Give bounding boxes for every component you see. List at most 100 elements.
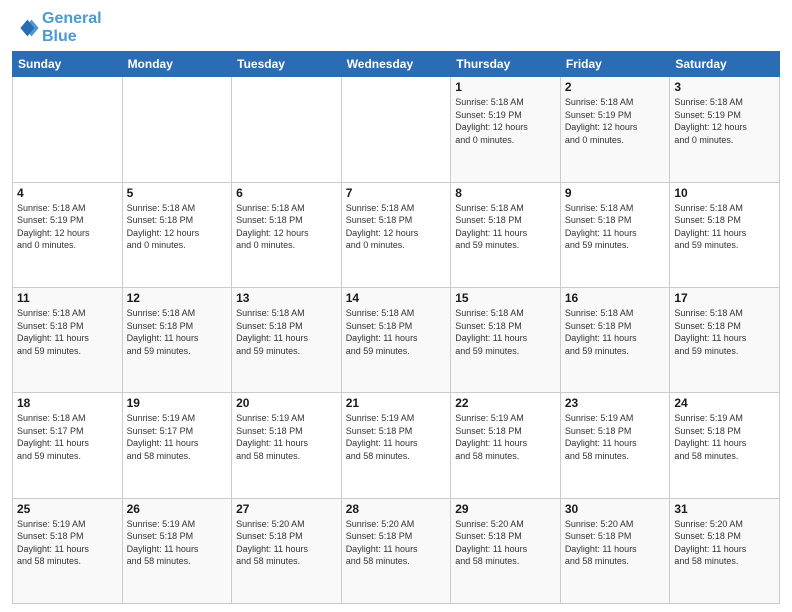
cell-info: Sunrise: 5:18 AM Sunset: 5:18 PM Dayligh… xyxy=(17,307,118,357)
calendar-cell xyxy=(341,77,451,182)
calendar-cell: 21 Sunrise: 5:19 AM Sunset: 5:18 PM Dayli… xyxy=(341,393,451,498)
cell-info: Sunrise: 5:19 AM Sunset: 5:18 PM Dayligh… xyxy=(236,412,337,462)
calendar-cell: 3Sunrise: 5:18 AM Sunset: 5:19 PM Daylig… xyxy=(670,77,780,182)
calendar-cell: 6 Sunrise: 5:18 AM Sunset: 5:18 PM Daylig… xyxy=(232,182,342,287)
day-number: 13 xyxy=(236,291,337,305)
logo-general: General xyxy=(42,10,102,27)
day-number: 4 xyxy=(17,186,118,200)
day-number: 19 xyxy=(127,396,228,410)
day-number: 16 xyxy=(565,291,666,305)
calendar-cell: 2 Sunrise: 5:18 AM Sunset: 5:19 PM Daylig… xyxy=(560,77,670,182)
calendar-cell: 28Sunrise: 5:20 AM Sunset: 5:18 PM Dayli… xyxy=(341,498,451,603)
calendar-week-3: 11 Sunrise: 5:18 AM Sunset: 5:18 PM Dayli… xyxy=(13,287,780,392)
day-number: 15 xyxy=(455,291,556,305)
day-number: 29 xyxy=(455,502,556,516)
day-number: 5 xyxy=(127,186,228,200)
calendar-cell: 22Sunrise: 5:19 AM Sunset: 5:18 PM Dayli… xyxy=(451,393,561,498)
calendar-cell: 16 Sunrise: 5:18 AM Sunset: 5:18 PM Dayli… xyxy=(560,287,670,392)
logo-icon xyxy=(12,14,40,42)
calendar-cell: 23 Sunrise: 5:19 AM Sunset: 5:18 PM Dayli… xyxy=(560,393,670,498)
cell-info: Sunrise: 5:18 AM Sunset: 5:19 PM Dayligh… xyxy=(565,96,666,146)
calendar-cell: 20 Sunrise: 5:19 AM Sunset: 5:18 PM Dayli… xyxy=(232,393,342,498)
day-number: 26 xyxy=(127,502,228,516)
calendar-cell xyxy=(122,77,232,182)
cell-info: Sunrise: 5:20 AM Sunset: 5:18 PM Dayligh… xyxy=(346,518,447,568)
cell-info: Sunrise: 5:20 AM Sunset: 5:18 PM Dayligh… xyxy=(455,518,556,568)
calendar-cell: 19Sunrise: 5:19 AM Sunset: 5:17 PM Dayli… xyxy=(122,393,232,498)
day-number: 23 xyxy=(565,396,666,410)
weekday-header-wednesday: Wednesday xyxy=(341,52,451,77)
logo: General Blue xyxy=(12,10,102,45)
cell-info: Sunrise: 5:18 AM Sunset: 5:18 PM Dayligh… xyxy=(674,202,775,252)
day-number: 21 xyxy=(346,396,447,410)
logo-blue: Blue xyxy=(42,28,77,45)
calendar-cell: 8 Sunrise: 5:18 AM Sunset: 5:18 PM Daylig… xyxy=(451,182,561,287)
day-number: 27 xyxy=(236,502,337,516)
cell-info: Sunrise: 5:18 AM Sunset: 5:18 PM Dayligh… xyxy=(565,307,666,357)
calendar-cell: 1 Sunrise: 5:18 AM Sunset: 5:19 PM Daylig… xyxy=(451,77,561,182)
day-number: 11 xyxy=(17,291,118,305)
cell-info: Sunrise: 5:18 AM Sunset: 5:17 PM Dayligh… xyxy=(17,412,118,462)
calendar-cell: 18 Sunrise: 5:18 AM Sunset: 5:17 PM Dayli… xyxy=(13,393,123,498)
calendar-cell: 24Sunrise: 5:19 AM Sunset: 5:18 PM Dayli… xyxy=(670,393,780,498)
calendar-cell: 4Sunrise: 5:18 AM Sunset: 5:19 PM Daylig… xyxy=(13,182,123,287)
cell-info: Sunrise: 5:18 AM Sunset: 5:18 PM Dayligh… xyxy=(346,202,447,252)
weekday-header-monday: Monday xyxy=(122,52,232,77)
day-number: 12 xyxy=(127,291,228,305)
day-number: 14 xyxy=(346,291,447,305)
cell-info: Sunrise: 5:18 AM Sunset: 5:18 PM Dayligh… xyxy=(236,307,337,357)
calendar-week-2: 4Sunrise: 5:18 AM Sunset: 5:19 PM Daylig… xyxy=(13,182,780,287)
calendar-cell: 9 Sunrise: 5:18 AM Sunset: 5:18 PM Daylig… xyxy=(560,182,670,287)
cell-info: Sunrise: 5:18 AM Sunset: 5:18 PM Dayligh… xyxy=(565,202,666,252)
cell-info: Sunrise: 5:19 AM Sunset: 5:18 PM Dayligh… xyxy=(565,412,666,462)
day-number: 25 xyxy=(17,502,118,516)
day-number: 18 xyxy=(17,396,118,410)
calendar-cell xyxy=(13,77,123,182)
day-number: 10 xyxy=(674,186,775,200)
day-number: 8 xyxy=(455,186,556,200)
cell-info: Sunrise: 5:18 AM Sunset: 5:18 PM Dayligh… xyxy=(674,307,775,357)
calendar-cell: 31 Sunrise: 5:20 AM Sunset: 5:18 PM Dayli… xyxy=(670,498,780,603)
cell-info: Sunrise: 5:18 AM Sunset: 5:19 PM Dayligh… xyxy=(674,96,775,146)
day-number: 7 xyxy=(346,186,447,200)
calendar-cell: 25 Sunrise: 5:19 AM Sunset: 5:18 PM Dayli… xyxy=(13,498,123,603)
calendar-week-4: 18 Sunrise: 5:18 AM Sunset: 5:17 PM Dayli… xyxy=(13,393,780,498)
calendar-cell: 10 Sunrise: 5:18 AM Sunset: 5:18 PM Dayli… xyxy=(670,182,780,287)
calendar-cell: 15Sunrise: 5:18 AM Sunset: 5:18 PM Dayli… xyxy=(451,287,561,392)
header: General Blue xyxy=(12,10,780,45)
day-number: 31 xyxy=(674,502,775,516)
calendar-week-5: 25 Sunrise: 5:19 AM Sunset: 5:18 PM Dayli… xyxy=(13,498,780,603)
cell-info: Sunrise: 5:18 AM Sunset: 5:18 PM Dayligh… xyxy=(127,202,228,252)
weekday-header-tuesday: Tuesday xyxy=(232,52,342,77)
cell-info: Sunrise: 5:19 AM Sunset: 5:18 PM Dayligh… xyxy=(17,518,118,568)
cell-info: Sunrise: 5:19 AM Sunset: 5:18 PM Dayligh… xyxy=(346,412,447,462)
day-number: 6 xyxy=(236,186,337,200)
calendar-cell: 30 Sunrise: 5:20 AM Sunset: 5:18 PM Dayli… xyxy=(560,498,670,603)
calendar-cell: 13 Sunrise: 5:18 AM Sunset: 5:18 PM Dayli… xyxy=(232,287,342,392)
day-number: 20 xyxy=(236,396,337,410)
calendar-cell: 27Sunrise: 5:20 AM Sunset: 5:18 PM Dayli… xyxy=(232,498,342,603)
cell-info: Sunrise: 5:18 AM Sunset: 5:18 PM Dayligh… xyxy=(346,307,447,357)
calendar-cell: 7 Sunrise: 5:18 AM Sunset: 5:18 PM Daylig… xyxy=(341,182,451,287)
cell-info: Sunrise: 5:20 AM Sunset: 5:18 PM Dayligh… xyxy=(674,518,775,568)
calendar-cell: 17Sunrise: 5:18 AM Sunset: 5:18 PM Dayli… xyxy=(670,287,780,392)
logo-text: General Blue xyxy=(42,10,102,45)
cell-info: Sunrise: 5:18 AM Sunset: 5:19 PM Dayligh… xyxy=(455,96,556,146)
calendar-cell: 12Sunrise: 5:18 AM Sunset: 5:18 PM Dayli… xyxy=(122,287,232,392)
day-number: 2 xyxy=(565,80,666,94)
calendar-cell: 29 Sunrise: 5:20 AM Sunset: 5:18 PM Dayli… xyxy=(451,498,561,603)
cell-info: Sunrise: 5:19 AM Sunset: 5:18 PM Dayligh… xyxy=(127,518,228,568)
weekday-header-sunday: Sunday xyxy=(13,52,123,77)
cell-info: Sunrise: 5:19 AM Sunset: 5:18 PM Dayligh… xyxy=(674,412,775,462)
cell-info: Sunrise: 5:20 AM Sunset: 5:18 PM Dayligh… xyxy=(565,518,666,568)
day-number: 22 xyxy=(455,396,556,410)
cell-info: Sunrise: 5:18 AM Sunset: 5:18 PM Dayligh… xyxy=(236,202,337,252)
day-number: 1 xyxy=(455,80,556,94)
weekday-header-row: SundayMondayTuesdayWednesdayThursdayFrid… xyxy=(13,52,780,77)
day-number: 30 xyxy=(565,502,666,516)
cell-info: Sunrise: 5:18 AM Sunset: 5:18 PM Dayligh… xyxy=(455,202,556,252)
calendar-cell: 5 Sunrise: 5:18 AM Sunset: 5:18 PM Daylig… xyxy=(122,182,232,287)
day-number: 9 xyxy=(565,186,666,200)
calendar-table: SundayMondayTuesdayWednesdayThursdayFrid… xyxy=(12,51,780,604)
calendar-cell: 26 Sunrise: 5:19 AM Sunset: 5:18 PM Dayli… xyxy=(122,498,232,603)
